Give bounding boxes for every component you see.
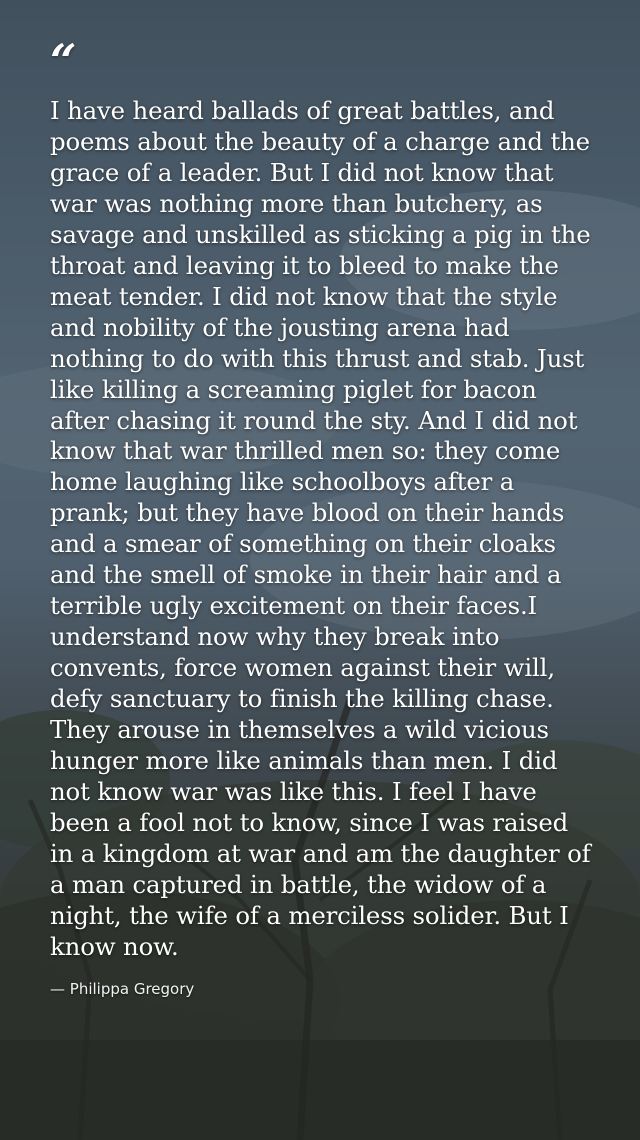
quote-text: I have heard ballads of great battles, a…: [50, 96, 591, 961]
quote-author: — Philippa Gregory: [50, 979, 195, 998]
quote-card: “ I have heard ballads of great battles,…: [50, 38, 595, 999]
quote-mark-icon: “: [50, 34, 77, 88]
